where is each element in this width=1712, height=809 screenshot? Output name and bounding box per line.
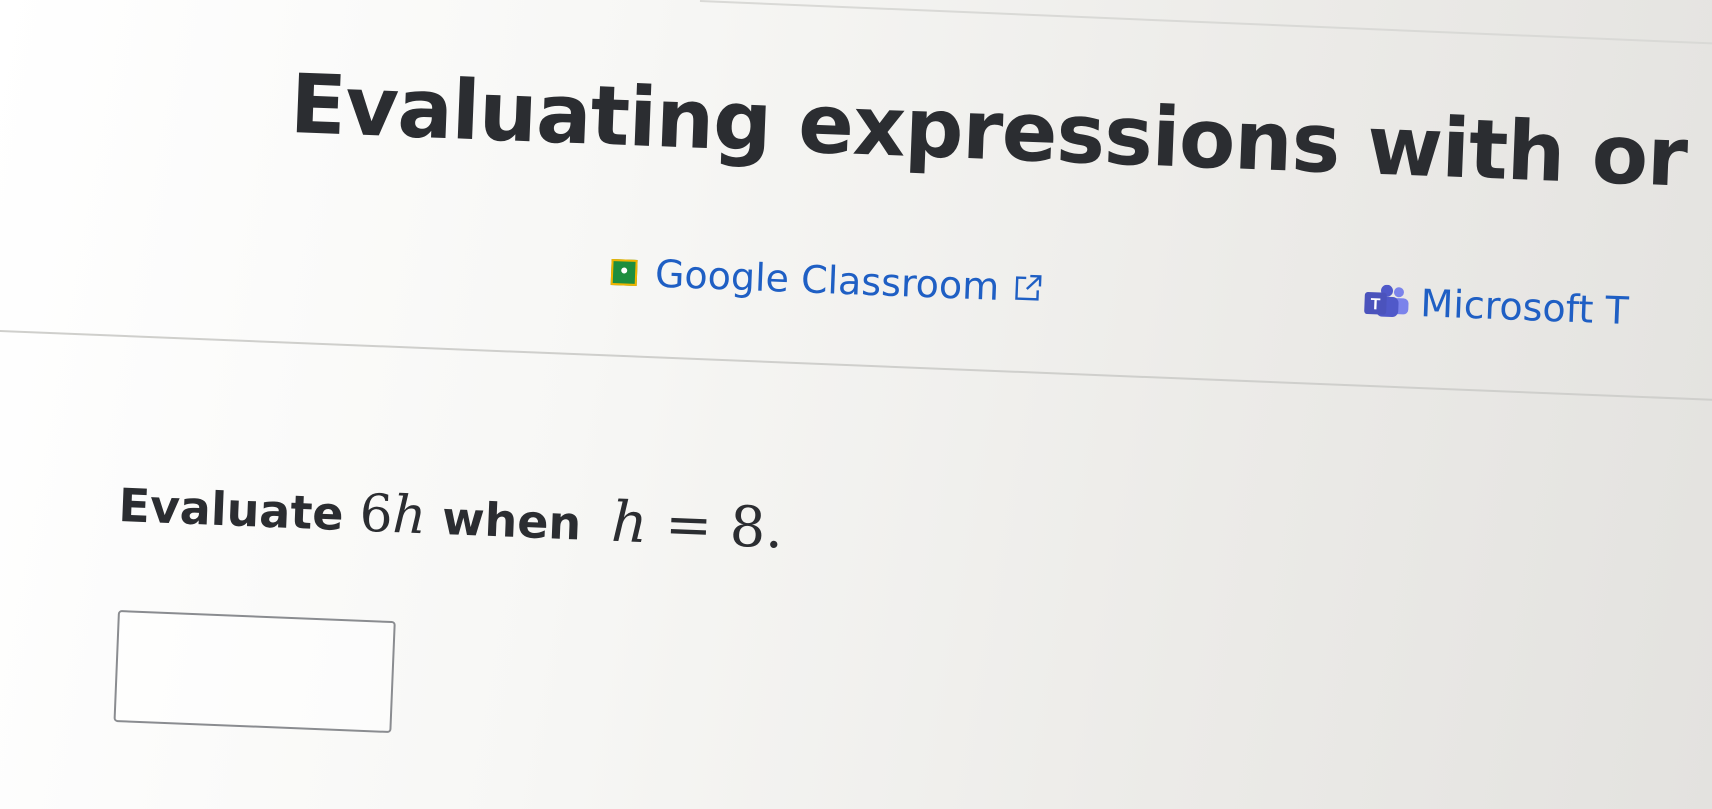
microsoft-teams-label: Microsoft T [1419,281,1630,334]
google-classroom-icon [610,258,638,286]
condition: h = 8. [610,490,785,562]
question-connector: when [441,490,583,551]
condition-value: = 8. [663,491,785,562]
question-prefix: Evaluate [117,477,345,541]
expression: 6h [358,484,427,547]
question-prompt: Evaluate 6h when h = 8. [117,470,785,562]
svg-text:T: T [1370,296,1381,313]
external-link-icon [1013,272,1044,303]
expression-coefficient: 6 [358,483,394,545]
expression-variable: h [391,485,428,547]
share-row: Google Classroom T Microsoft T [610,250,1712,356]
top-divider [699,0,1712,49]
exercise-page: Evaluating expressions with or Google Cl… [0,0,1712,809]
microsoft-teams-share-link[interactable]: T Microsoft T [1362,279,1630,334]
microsoft-teams-icon: T [1362,284,1411,320]
answer-input[interactable] [113,610,396,734]
google-classroom-label: Google Classroom [654,251,1001,309]
condition-variable: h [610,489,649,557]
google-classroom-share-link[interactable]: Google Classroom [610,250,1044,311]
page-title: Evaluating expressions with or [288,57,1689,206]
